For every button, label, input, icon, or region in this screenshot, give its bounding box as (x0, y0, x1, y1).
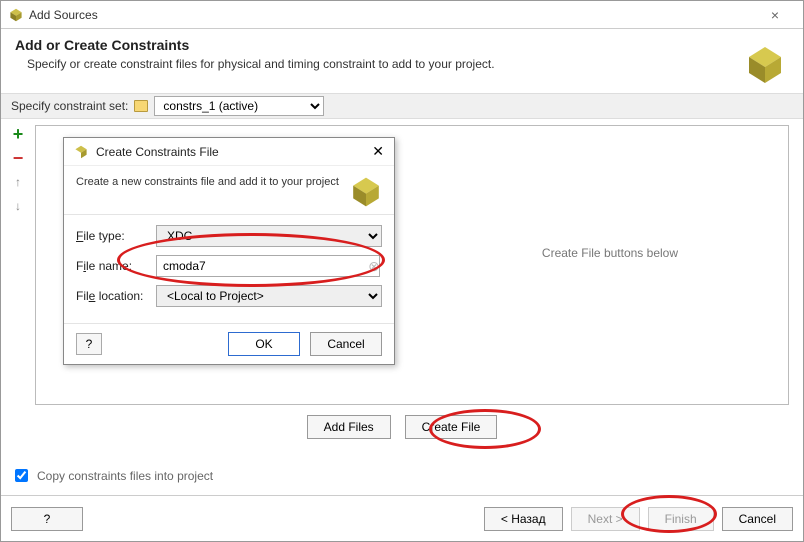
create-constraints-dialog: Create Constraints File ✕ Create a new c… (63, 137, 395, 365)
app-logo-icon (9, 8, 23, 22)
window-close-button[interactable]: × (755, 7, 795, 23)
move-up-button[interactable]: ↑ (9, 173, 27, 191)
page-heading: Add or Create Constraints (15, 37, 789, 53)
help-button[interactable]: ? (11, 507, 83, 531)
title-bar: Add Sources × (1, 1, 803, 29)
move-down-button[interactable]: ↓ (9, 197, 27, 215)
dialog-title: Create Constraints File (96, 145, 364, 159)
constraint-set-row: Specify constraint set: constrs_1 (activ… (1, 93, 803, 119)
remove-item-button[interactable]: − (9, 149, 27, 167)
file-name-row: File name: ⊗ (76, 255, 382, 277)
file-location-select[interactable]: <Local to Project> (156, 285, 382, 307)
file-buttons-row: Add Files Create File (1, 415, 803, 439)
app-logo-icon (74, 145, 88, 159)
cancel-button[interactable]: Cancel (722, 507, 793, 531)
back-button[interactable]: < Назад (484, 507, 563, 531)
copy-into-project-row: Copy constraints files into project (11, 466, 213, 485)
file-type-label: File type: (76, 229, 148, 243)
constraint-set-select[interactable]: constrs_1 (active) (154, 96, 324, 116)
list-toolbar: + − ↑ ↓ (7, 125, 29, 215)
add-files-button[interactable]: Add Files (307, 415, 391, 439)
finish-button: Finish (648, 507, 714, 531)
add-item-button[interactable]: + (9, 125, 27, 143)
dialog-subtitle: Create a new constraints file and add it… (76, 176, 342, 208)
folder-icon (134, 100, 148, 112)
header: Add or Create Constraints Specify or cre… (1, 29, 803, 93)
clear-input-icon[interactable]: ⊗ (366, 258, 382, 275)
copy-into-project-checkbox[interactable] (15, 469, 28, 482)
wizard-footer: ? < Назад Next > Finish Cancel (1, 495, 803, 541)
add-sources-window: Add Sources × Add or Create Constraints … (0, 0, 804, 542)
file-type-select[interactable]: XDC (156, 225, 382, 247)
dialog-cancel-button[interactable]: Cancel (310, 332, 382, 356)
file-location-label: File location: (76, 289, 148, 303)
dialog-body: File type: XDC File name: ⊗ File locatio… (64, 215, 394, 324)
create-file-button[interactable]: Create File (405, 415, 498, 439)
window-title: Add Sources (9, 8, 755, 22)
file-type-row: File type: XDC (76, 225, 382, 247)
file-name-input[interactable] (156, 255, 380, 277)
dialog-footer: ? OK Cancel (64, 324, 394, 364)
dialog-ok-button[interactable]: OK (228, 332, 300, 356)
dialog-close-button[interactable]: ✕ (372, 143, 384, 160)
empty-list-hint: Create File buttons below (542, 246, 678, 260)
page-description: Specify or create constraint files for p… (15, 57, 789, 71)
vivado-logo-icon (350, 176, 382, 208)
file-name-label: File name: (76, 259, 148, 273)
vivado-logo-icon (745, 45, 785, 88)
constraint-set-label: Specify constraint set: (11, 99, 128, 113)
dialog-subtitle-row: Create a new constraints file and add it… (64, 166, 394, 215)
window-title-text: Add Sources (29, 8, 98, 22)
next-button: Next > (571, 507, 640, 531)
dialog-titlebar: Create Constraints File ✕ (64, 138, 394, 166)
dialog-help-button[interactable]: ? (76, 333, 102, 355)
file-location-row: File location: <Local to Project> (76, 285, 382, 307)
copy-into-project-label: Copy constraints files into project (37, 469, 213, 483)
